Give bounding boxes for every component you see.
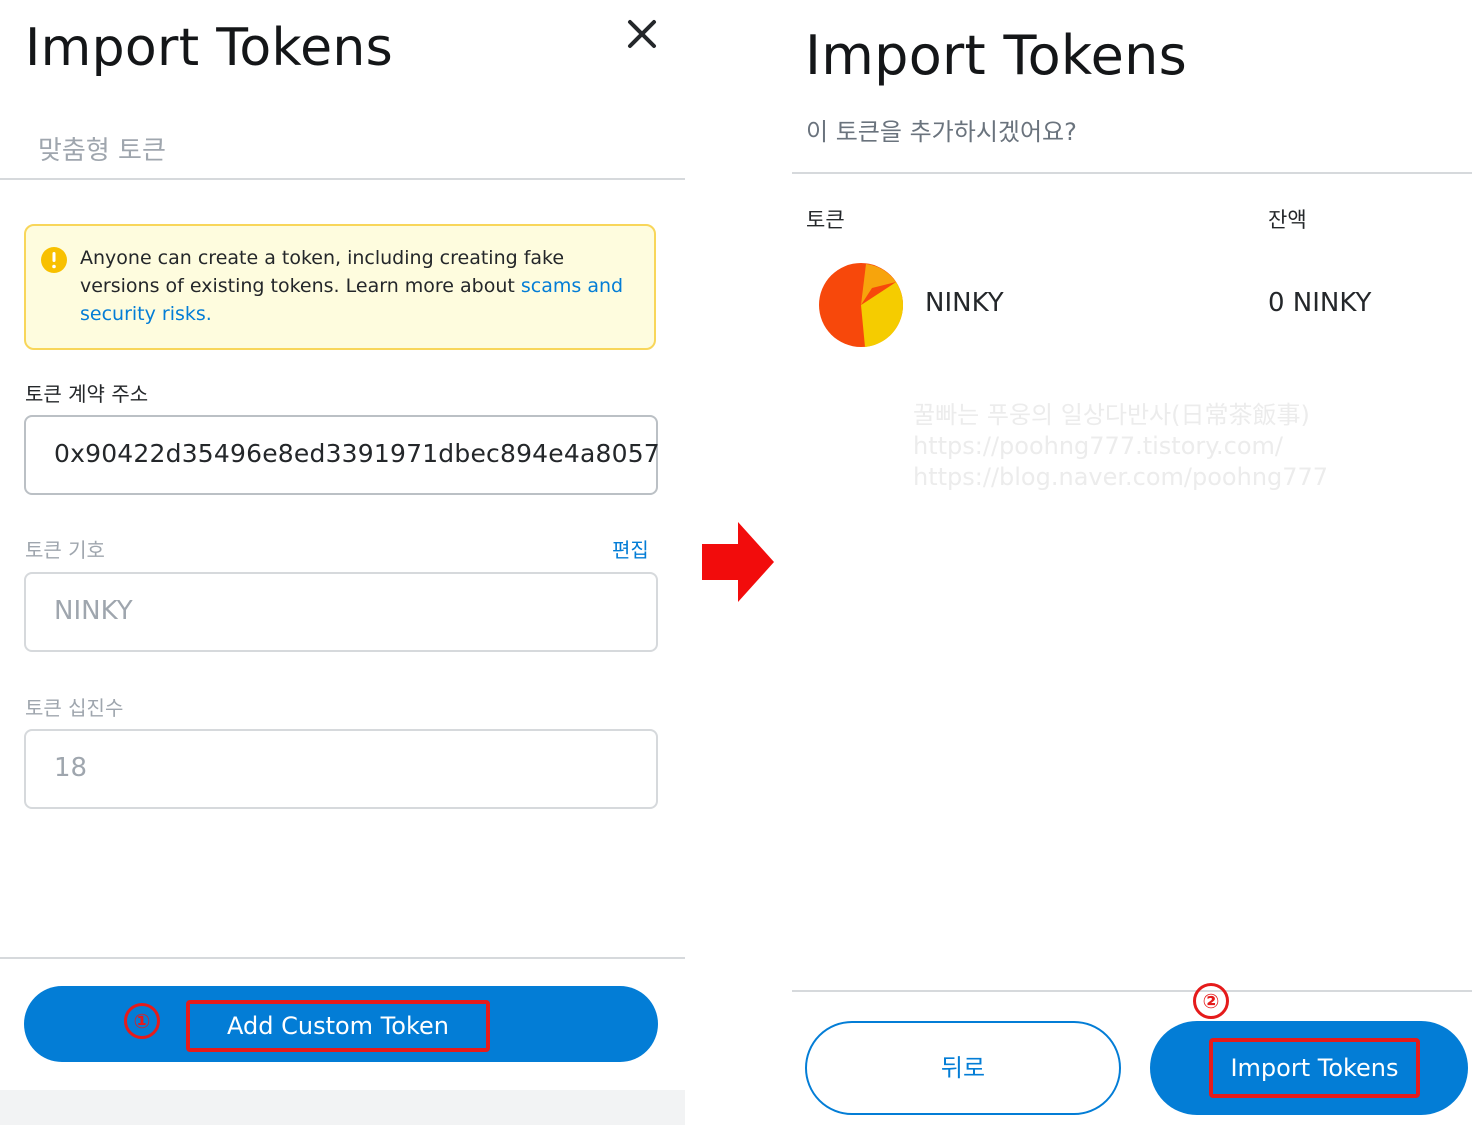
edit-symbol-link[interactable]: 편집 [612,534,649,563]
custom-token-panel: Import Tokens 맞춤형 토큰 Anyone can create a… [0,0,685,1125]
divider [792,172,1472,174]
tab-custom-token[interactable]: 맞춤형 토큰 [38,130,166,167]
add-custom-token-label[interactable]: Add Custom Token [186,1000,490,1052]
scam-warning-banner: Anyone can create a token, including cre… [24,224,656,350]
token-symbol-label: 토큰 기호 [25,538,105,562]
divider [0,178,685,180]
close-icon[interactable] [620,12,664,56]
warning-message: Anyone can create a token, including cre… [80,247,565,297]
step-2-marker: ② [1193,983,1229,1019]
token-symbol-value: NINKY [54,596,133,626]
token-symbol-input[interactable]: NINKY [24,572,658,652]
confirm-subtitle: 이 토큰을 추가하시겠어요? [806,118,1077,146]
token-decimals-input[interactable]: 18 [24,729,658,809]
token-name: NINKY [925,288,1004,318]
watermark-line: https://poohng777.tistory.com/ [913,432,1284,460]
panel-footer-shadow [0,1090,685,1125]
arrow-right-icon [702,522,774,602]
column-header-token: 토큰 [806,208,845,232]
step-1-marker: ① [124,1003,160,1039]
token-decimals-value: 18 [54,753,88,783]
contract-address-label: 토큰 계약 주소 [25,382,149,406]
import-tokens-label[interactable]: Import Tokens [1209,1038,1420,1098]
token-pie-icon [819,263,903,347]
warning-text: Anyone can create a token, including cre… [80,244,640,328]
confirm-title: Import Tokens [805,24,1188,87]
back-button[interactable]: 뒤로 [805,1021,1121,1115]
page-title: Import Tokens [25,18,394,78]
divider [792,990,1472,992]
contract-address-input[interactable]: 0x90422d35496e8ed3391971dbec894e4a8057 [24,415,660,495]
token-balance: 0 NINKY [1268,288,1372,318]
watermark-line: 꿀빠는 푸웅의 일상다반사(日常茶飯事) [913,401,1310,429]
contract-address-value: 0x90422d35496e8ed3391971dbec894e4a8057 [54,439,660,468]
warning-icon [41,247,67,273]
divider [0,957,685,959]
watermark: 꿀빠는 푸웅의 일상다반사(日常茶飯事) https://poohng777.t… [913,400,1453,493]
token-decimals-label: 토큰 십진수 [25,696,124,720]
column-header-balance: 잔액 [1268,208,1307,232]
watermark-line: https://blog.naver.com/poohng777 [913,463,1329,491]
